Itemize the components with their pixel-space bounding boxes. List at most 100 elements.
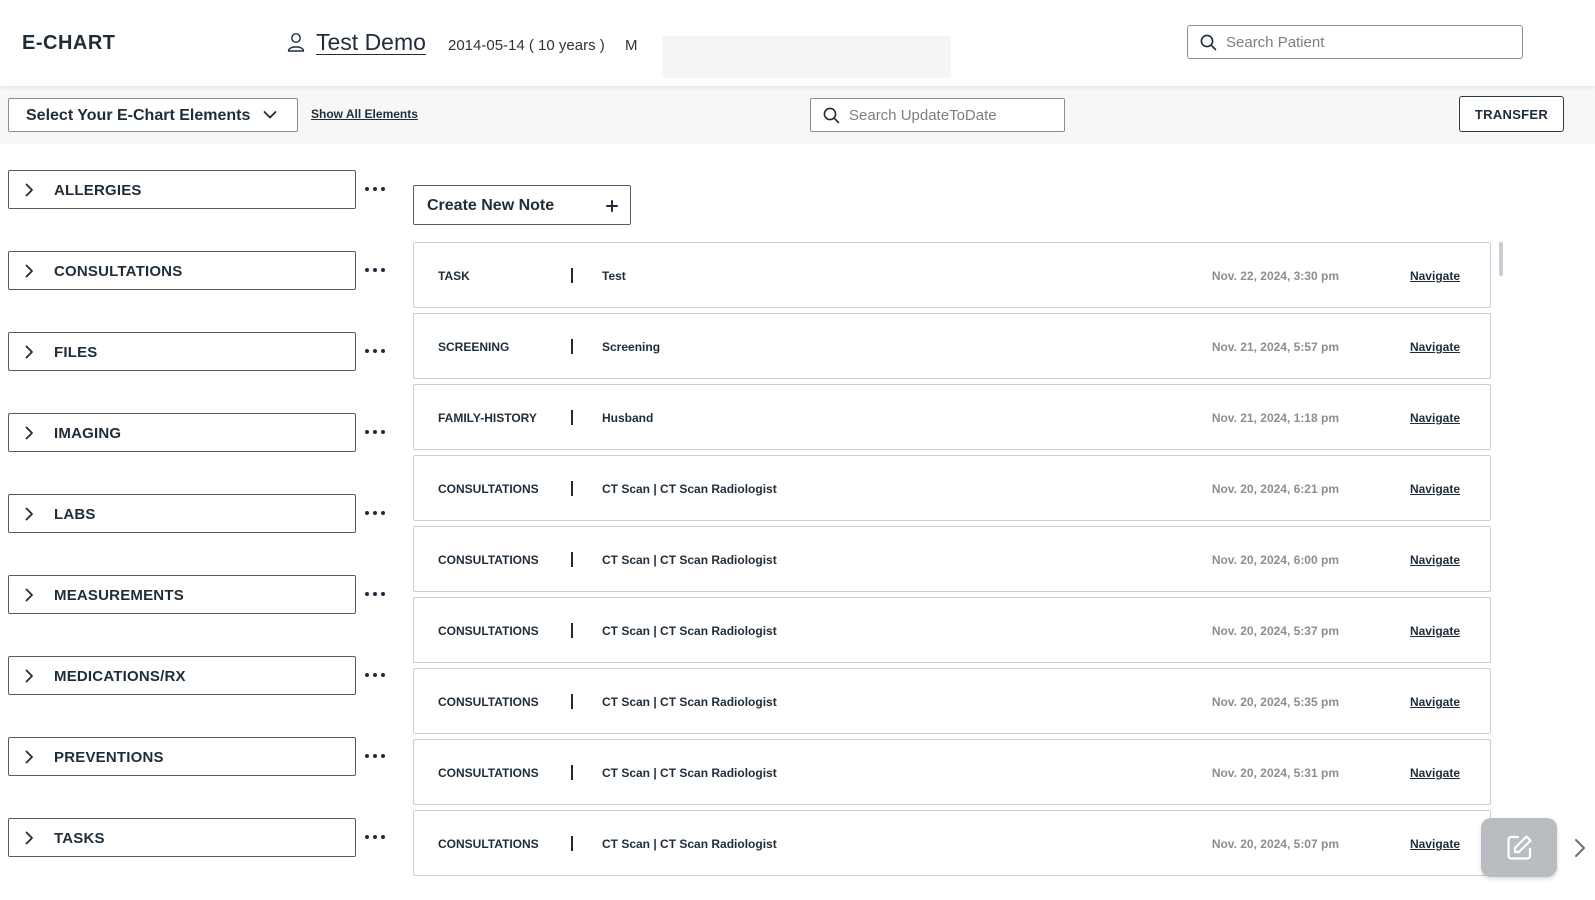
chevron-right-icon xyxy=(25,750,33,764)
search-patient-box[interactable] xyxy=(1187,25,1523,59)
echart-elements-select[interactable]: Select Your E-Chart Elements xyxy=(8,98,298,132)
edit-note-button[interactable] xyxy=(1481,818,1557,877)
note-description: CT Scan | CT Scan Radiologist xyxy=(602,766,777,780)
more-horizontal-icon[interactable] xyxy=(365,592,387,598)
sidebar-item-measurements[interactable]: MEASUREMENTS xyxy=(8,575,356,614)
column-divider xyxy=(571,836,573,851)
navigate-link[interactable]: Navigate xyxy=(1410,269,1460,283)
search-icon xyxy=(1200,34,1217,51)
more-horizontal-icon[interactable] xyxy=(365,511,387,517)
sidebar-item-imaging[interactable]: IMAGING xyxy=(8,413,356,452)
more-horizontal-icon[interactable] xyxy=(365,754,387,760)
column-divider xyxy=(571,623,573,638)
note-type: CONSULTATIONS xyxy=(438,553,539,567)
more-horizontal-icon[interactable] xyxy=(365,187,387,193)
note-description: Screening xyxy=(602,340,661,354)
note-date: Nov. 22, 2024, 3:30 pm xyxy=(1211,269,1339,283)
more-horizontal-icon[interactable] xyxy=(365,349,387,355)
note-date: Nov. 20, 2024, 5:35 pm xyxy=(1211,695,1339,709)
column-divider xyxy=(571,339,573,354)
note-description: CT Scan | CT Scan Radiologist xyxy=(602,624,777,638)
navigate-link[interactable]: Navigate xyxy=(1410,553,1460,567)
search-uptodate-input[interactable] xyxy=(849,99,1059,131)
column-divider xyxy=(571,552,573,567)
chevron-right-icon xyxy=(25,264,33,278)
note-row[interactable]: CONSULTATIONS CT Scan | CT Scan Radiolog… xyxy=(413,810,1491,876)
search-uptodate-box[interactable] xyxy=(810,98,1065,132)
note-type: CONSULTATIONS xyxy=(438,766,539,780)
note-description: Husband xyxy=(602,411,654,425)
note-date: Nov. 20, 2024, 5:31 pm xyxy=(1211,766,1339,780)
note-date: Nov. 20, 2024, 6:21 pm xyxy=(1211,482,1339,496)
sidebar-item-labs[interactable]: LABS xyxy=(8,494,356,533)
more-horizontal-icon[interactable] xyxy=(365,430,387,436)
chevron-right-icon xyxy=(25,345,33,359)
echart-elements-select-label: Select Your E-Chart Elements xyxy=(26,107,251,124)
create-new-note-button[interactable]: Create New Note xyxy=(413,185,631,225)
note-date: Nov. 20, 2024, 5:37 pm xyxy=(1211,624,1339,638)
navigate-link[interactable]: Navigate xyxy=(1410,837,1460,851)
note-row[interactable]: TASK Test Nov. 22, 2024, 3:30 pm Navigat… xyxy=(413,242,1491,308)
sidebar-item-label: MEASUREMENTS xyxy=(54,587,184,604)
navigate-link[interactable]: Navigate xyxy=(1410,482,1460,496)
more-horizontal-icon[interactable] xyxy=(365,673,387,679)
note-type: SCREENING xyxy=(438,340,510,354)
column-divider xyxy=(571,268,573,283)
note-row[interactable]: SCREENING Screening Nov. 21, 2024, 5:57 … xyxy=(413,313,1491,379)
note-date: Nov. 20, 2024, 6:00 pm xyxy=(1211,553,1339,567)
note-type: CONSULTATIONS xyxy=(438,695,539,709)
patient-sex: M xyxy=(625,37,638,54)
transfer-button[interactable]: TRANSFER xyxy=(1459,96,1564,132)
more-horizontal-icon[interactable] xyxy=(365,835,387,841)
note-type: FAMILY-HISTORY xyxy=(438,411,537,425)
chevron-right-icon[interactable] xyxy=(1574,838,1586,858)
navigate-link[interactable]: Navigate xyxy=(1410,695,1460,709)
fading-toast xyxy=(662,36,951,78)
note-type: CONSULTATIONS xyxy=(438,482,539,496)
show-all-elements-link[interactable]: Show All Elements xyxy=(311,107,418,121)
chevron-right-icon xyxy=(25,588,33,602)
chevron-right-icon xyxy=(25,507,33,521)
chevron-right-icon xyxy=(25,426,33,440)
more-horizontal-icon[interactable] xyxy=(365,268,387,274)
column-divider xyxy=(571,694,573,709)
sidebar-item-consultations[interactable]: CONSULTATIONS xyxy=(8,251,356,290)
navigate-link[interactable]: Navigate xyxy=(1410,411,1460,425)
note-row[interactable]: FAMILY-HISTORY Husband Nov. 21, 2024, 1:… xyxy=(413,384,1491,450)
sidebar-item-medications-rx[interactable]: MEDICATIONS/RX xyxy=(8,656,356,695)
sidebar-item-allergies[interactable]: ALLERGIES xyxy=(8,170,356,209)
notes-scrollbar[interactable] xyxy=(1499,242,1503,276)
note-date: Nov. 20, 2024, 5:07 pm xyxy=(1211,837,1339,851)
note-type: TASK xyxy=(438,269,470,283)
note-description: CT Scan | CT Scan Radiologist xyxy=(602,553,777,567)
note-row[interactable]: CONSULTATIONS CT Scan | CT Scan Radiolog… xyxy=(413,668,1491,734)
sidebar-item-files[interactable]: FILES xyxy=(8,332,356,371)
search-patient-input[interactable] xyxy=(1226,26,1516,58)
chevron-right-icon xyxy=(25,831,33,845)
note-type: CONSULTATIONS xyxy=(438,624,539,638)
sidebar-item-label: PREVENTIONS xyxy=(54,749,164,766)
echart-toolbar: Select Your E-Chart Elements Show All El… xyxy=(0,86,1595,144)
note-row[interactable]: CONSULTATIONS CT Scan | CT Scan Radiolog… xyxy=(413,739,1491,805)
sidebar-item-label: TASKS xyxy=(54,830,105,847)
sidebar-item-label: MEDICATIONS/RX xyxy=(54,668,186,685)
navigate-link[interactable]: Navigate xyxy=(1410,624,1460,638)
top-header: E-CHART Test Demo 2014-05-14 ( 10 years … xyxy=(0,0,1595,86)
create-new-note-label: Create New Note xyxy=(427,197,555,214)
navigate-link[interactable]: Navigate xyxy=(1410,340,1460,354)
patient-name-link[interactable]: Test Demo xyxy=(316,29,426,56)
column-divider xyxy=(571,410,573,425)
column-divider xyxy=(571,481,573,496)
note-date: Nov. 21, 2024, 5:57 pm xyxy=(1211,340,1339,354)
sidebar-item-label: IMAGING xyxy=(54,425,122,442)
user-icon xyxy=(287,33,305,52)
navigate-link[interactable]: Navigate xyxy=(1410,766,1460,780)
sidebar-item-preventions[interactable]: PREVENTIONS xyxy=(8,737,356,776)
note-row[interactable]: CONSULTATIONS CT Scan | CT Scan Radiolog… xyxy=(413,455,1491,521)
note-row[interactable]: CONSULTATIONS CT Scan | CT Scan Radiolog… xyxy=(413,597,1491,663)
note-row[interactable]: CONSULTATIONS CT Scan | CT Scan Radiolog… xyxy=(413,526,1491,592)
note-description: Test xyxy=(602,269,626,283)
note-description: CT Scan | CT Scan Radiologist xyxy=(602,837,777,851)
sidebar-item-label: LABS xyxy=(54,506,96,523)
sidebar-item-tasks[interactable]: TASKS xyxy=(8,818,356,857)
